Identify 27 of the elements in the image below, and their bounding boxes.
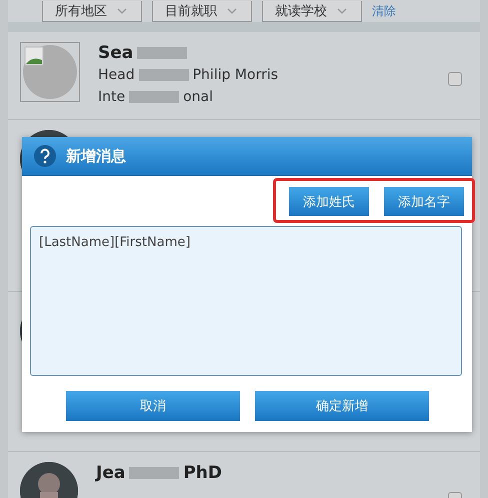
contact-title: Inte bbox=[98, 89, 126, 105]
insert-button[interactable]: 添加姓氏 bbox=[289, 187, 369, 216]
checkbox[interactable] bbox=[448, 72, 462, 86]
action-button[interactable]: 确定新增 bbox=[255, 391, 429, 421]
contact-title: Philip Morris bbox=[192, 67, 278, 83]
blurred-text bbox=[129, 91, 180, 104]
insert-button[interactable]: 添加名字 bbox=[384, 187, 464, 216]
caret-icon bbox=[117, 6, 127, 16]
action-button[interactable]: 取消 bbox=[66, 391, 240, 421]
clear-link[interactable]: 清除 bbox=[372, 2, 396, 20]
avatar-placeholder bbox=[20, 42, 80, 102]
blurred-text bbox=[138, 69, 189, 82]
filter-dropdown[interactable]: 就读学校 bbox=[262, 0, 362, 22]
blurred-text bbox=[129, 467, 180, 480]
filter-dropdown[interactable]: 目前就职 bbox=[152, 0, 252, 22]
caret-icon bbox=[227, 6, 237, 16]
contact-name: Jea bbox=[96, 463, 126, 483]
filter-dropdown[interactable]: 所有地区 bbox=[42, 0, 142, 22]
help-icon bbox=[34, 145, 56, 167]
contact-name: PhD bbox=[183, 463, 222, 483]
contact-name: Sea bbox=[98, 43, 134, 63]
caret-icon bbox=[337, 6, 347, 16]
blurred-text bbox=[137, 47, 188, 60]
dialog-title: 新增消息 bbox=[66, 146, 126, 166]
message-field[interactable]: [LastName][FirstName] bbox=[30, 226, 462, 376]
contact-title: onal bbox=[183, 89, 214, 105]
contact-title: Head bbox=[98, 67, 135, 83]
